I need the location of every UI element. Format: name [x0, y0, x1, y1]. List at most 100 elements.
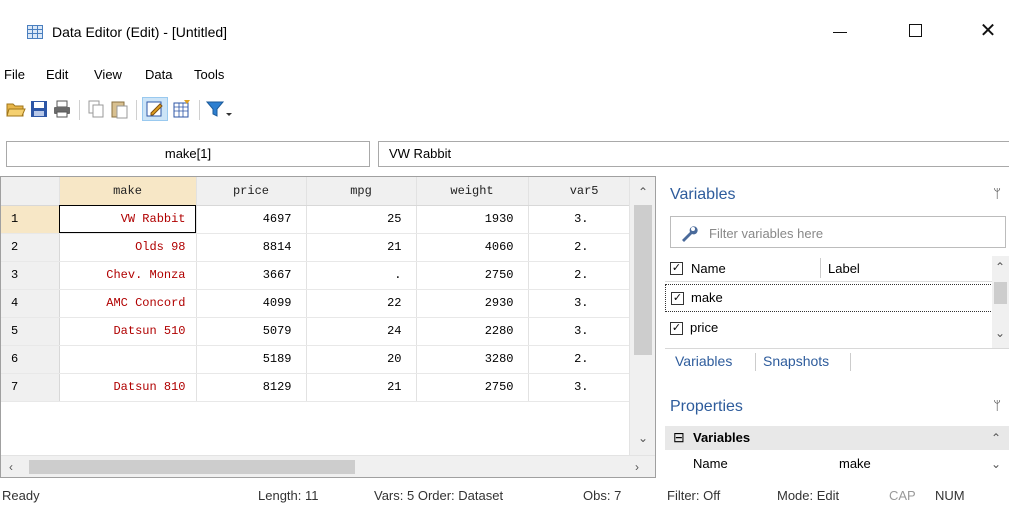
- row-number[interactable]: 7: [1, 373, 60, 402]
- table-cell-weight[interactable]: 3280: [416, 345, 529, 374]
- variables-list-scrollbar[interactable]: ⌃ ⌄: [992, 256, 1009, 348]
- column-header-price[interactable]: price: [196, 177, 307, 206]
- table-cell-var5[interactable]: 3.: [528, 373, 630, 402]
- table-cell-weight[interactable]: 2750: [416, 261, 529, 290]
- grid-horizontal-scrollbar[interactable]: ‹ ›: [1, 455, 655, 477]
- table-cell-var5[interactable]: 3.: [528, 317, 630, 346]
- variables-list-scroll-thumb[interactable]: [994, 282, 1007, 304]
- table-cell-price[interactable]: 5189: [196, 345, 307, 374]
- row-number[interactable]: 4: [1, 289, 60, 318]
- table-cell-price[interactable]: 8814: [196, 233, 307, 262]
- table-cell-mpg[interactable]: 25: [306, 205, 417, 234]
- table-cell-weight[interactable]: 4060: [416, 233, 529, 262]
- filter-icon[interactable]: [205, 99, 233, 119]
- variables-filter-input[interactable]: [709, 222, 999, 244]
- table-cell-weight[interactable]: 2750: [416, 373, 529, 402]
- table-cell-mpg[interactable]: 22: [306, 289, 417, 318]
- scroll-down-icon[interactable]: ⌄: [638, 431, 648, 445]
- browse-mode-icon[interactable]: [172, 99, 192, 119]
- table-cell-make[interactable]: [59, 345, 197, 374]
- scroll-up-icon[interactable]: ⌃: [995, 260, 1005, 274]
- collapse-icon[interactable]: ⊟: [673, 429, 685, 446]
- row-number[interactable]: 3: [1, 261, 60, 290]
- edit-mode-toggle[interactable]: [142, 97, 168, 121]
- table-cell-make[interactable]: Datsun 810: [59, 373, 197, 402]
- menu-data[interactable]: Data: [145, 67, 172, 82]
- tab-snapshots[interactable]: Snapshots: [763, 353, 829, 369]
- table-cell-mpg[interactable]: 24: [306, 317, 417, 346]
- scroll-right-icon[interactable]: ›: [635, 460, 639, 474]
- table-cell-var5[interactable]: 2.: [528, 345, 630, 374]
- variable-row-price[interactable]: ✓ price: [665, 314, 993, 342]
- table-cell-weight[interactable]: 1930: [416, 205, 529, 234]
- paste-icon[interactable]: [109, 99, 129, 119]
- table-cell-price[interactable]: 3667: [196, 261, 307, 290]
- minimize-button[interactable]: [817, 16, 863, 46]
- table-cell-price[interactable]: 4099: [196, 289, 307, 318]
- row-number[interactable]: 1: [1, 205, 60, 234]
- column-header-label[interactable]: Label: [828, 261, 860, 276]
- grid-horizontal-scroll-thumb[interactable]: [29, 460, 355, 474]
- table-cell-var5[interactable]: 3.: [528, 289, 630, 318]
- table-cell-var5[interactable]: 3.: [528, 205, 630, 234]
- tab-divider: [755, 353, 756, 371]
- row-number[interactable]: 2: [1, 233, 60, 262]
- close-button[interactable]: ✕: [965, 16, 1009, 46]
- scroll-down-icon[interactable]: ⌄: [991, 457, 1001, 471]
- cell-value-field[interactable]: VW Rabbit: [378, 141, 1009, 167]
- column-header-name[interactable]: Name: [691, 261, 726, 276]
- menu-tools[interactable]: Tools: [194, 67, 224, 82]
- data-table: make price mpg weight var5 1 VW Rabbit 4…: [1, 177, 630, 402]
- grid-vertical-scrollbar[interactable]: ⌃ ⌄: [629, 177, 655, 455]
- variable-checkbox[interactable]: ✓: [670, 322, 683, 335]
- table-cell-price[interactable]: 5079: [196, 317, 307, 346]
- pin-icon[interactable]: ᛘ: [993, 398, 1001, 413]
- scroll-up-icon[interactable]: ⌃: [638, 185, 648, 199]
- column-header-weight[interactable]: weight: [416, 177, 529, 206]
- row-number[interactable]: 5: [1, 317, 60, 346]
- table-cell-weight[interactable]: 2280: [416, 317, 529, 346]
- column-header-mpg[interactable]: mpg: [306, 177, 417, 206]
- variables-panel-title: Variables: [670, 186, 736, 203]
- table-cell-mpg[interactable]: .: [306, 261, 417, 290]
- menu-view[interactable]: View: [94, 67, 122, 82]
- menu-edit[interactable]: Edit: [46, 67, 68, 82]
- scroll-left-icon[interactable]: ‹: [9, 460, 13, 474]
- grid-vertical-scroll-thumb[interactable]: [634, 205, 652, 355]
- table-cell-price[interactable]: 4697: [196, 205, 307, 234]
- table-cell-var5[interactable]: 2.: [528, 261, 630, 290]
- properties-row-name[interactable]: Name make ⌄: [665, 452, 1009, 476]
- table-cell-make[interactable]: Olds 98: [59, 233, 197, 262]
- pin-icon[interactable]: ᛘ: [993, 186, 1001, 201]
- print-icon[interactable]: [52, 99, 72, 119]
- table-cell-make[interactable]: Chev. Monza: [59, 261, 197, 290]
- scroll-up-icon[interactable]: ⌃: [991, 431, 1001, 445]
- table-cell-make[interactable]: AMC Concord: [59, 289, 197, 318]
- scroll-down-icon[interactable]: ⌄: [995, 326, 1005, 340]
- tab-variables[interactable]: Variables: [675, 353, 732, 369]
- copy-icon[interactable]: [86, 99, 106, 119]
- table-cell-mpg[interactable]: 21: [306, 373, 417, 402]
- wrench-icon[interactable]: [679, 223, 699, 243]
- menu-file[interactable]: File: [4, 67, 25, 82]
- table-cell-make[interactable]: VW Rabbit: [59, 205, 197, 234]
- variable-row-make[interactable]: ✓ make: [665, 284, 993, 312]
- properties-group-variables[interactable]: ⊟ Variables ⌃: [665, 426, 1009, 450]
- status-obs: Obs: 7: [583, 488, 622, 503]
- table-cell-mpg[interactable]: 20: [306, 345, 417, 374]
- column-header-var5[interactable]: var5: [528, 177, 630, 206]
- open-icon[interactable]: [6, 99, 26, 119]
- corner-cell[interactable]: [1, 177, 60, 206]
- table-cell-mpg[interactable]: 21: [306, 233, 417, 262]
- column-header-make[interactable]: make: [59, 177, 197, 206]
- save-icon[interactable]: [29, 99, 49, 119]
- variable-checkbox[interactable]: ✓: [671, 292, 684, 305]
- cell-name-box[interactable]: make[1]: [6, 141, 370, 167]
- table-cell-price[interactable]: 8129: [196, 373, 307, 402]
- table-cell-var5[interactable]: 2.: [528, 233, 630, 262]
- maximize-button[interactable]: [893, 16, 939, 46]
- row-number[interactable]: 6: [1, 345, 60, 374]
- select-all-checkbox[interactable]: ✓: [670, 262, 683, 275]
- table-cell-make[interactable]: Datsun 510: [59, 317, 197, 346]
- table-cell-weight[interactable]: 2930: [416, 289, 529, 318]
